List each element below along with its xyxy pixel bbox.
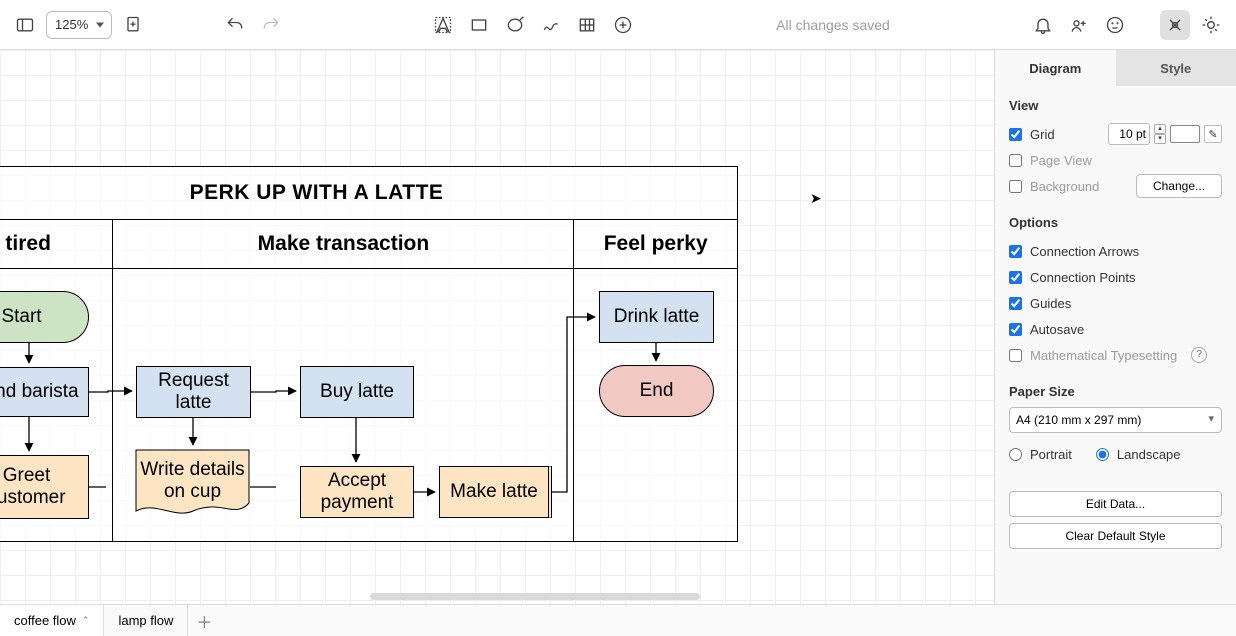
- node-request-latte[interactable]: Request latte: [136, 366, 251, 418]
- tab-style[interactable]: Style: [1116, 50, 1236, 86]
- conn-points-checkbox[interactable]: [1009, 271, 1022, 284]
- paper-size-select[interactable]: A4 (210 mm x 297 mm): [1009, 407, 1222, 433]
- landscape-radio[interactable]: [1096, 448, 1109, 461]
- math-checkbox[interactable]: [1009, 349, 1022, 362]
- node-make-latte[interactable]: Make latte: [439, 466, 552, 518]
- zoom-select[interactable]: 125%: [46, 11, 112, 39]
- pageview-checkbox[interactable]: [1009, 154, 1022, 167]
- theme-toggle-button[interactable]: [1196, 10, 1226, 40]
- conn-points-label: Connection Points: [1030, 270, 1136, 285]
- node-start[interactable]: Start: [0, 291, 89, 343]
- node-write-details[interactable]: Write details on cup: [135, 449, 250, 519]
- add-page-button[interactable]: ＋: [188, 605, 220, 636]
- grid-color-edit-button[interactable]: ✎: [1204, 125, 1222, 143]
- node-buy-latte[interactable]: Buy latte: [300, 366, 414, 418]
- guides-label: Guides: [1030, 296, 1071, 311]
- page-tabs-bar: coffee flow ⌃ lamp flow ＋: [0, 604, 1236, 636]
- text-tool-button[interactable]: [428, 10, 458, 40]
- toolbar: 125% All changes saved: [0, 0, 1236, 50]
- ellipse-tool-button[interactable]: [500, 10, 530, 40]
- conn-arrows-label: Connection Arrows: [1030, 244, 1139, 259]
- cursor-icon: ➤: [810, 190, 822, 207]
- notifications-button[interactable]: [1028, 10, 1058, 40]
- toggle-format-panel-button[interactable]: [1160, 10, 1190, 40]
- new-page-button[interactable]: [118, 10, 148, 40]
- grid-size-input[interactable]: [1108, 123, 1150, 145]
- format-panel: Diagram Style View Grid ▴▾ ✎ Page View: [994, 50, 1236, 604]
- swimlane-container[interactable]: PERK UP WITH A LATTE Feel tired Make tra…: [0, 166, 738, 542]
- toggle-sidebar-button[interactable]: [10, 10, 40, 40]
- portrait-label: Portrait: [1030, 447, 1072, 462]
- node-drink-latte[interactable]: Drink latte: [599, 291, 714, 343]
- node-find-barista[interactable]: Find barista: [0, 367, 89, 417]
- paper-heading: Paper Size: [1009, 384, 1222, 399]
- grid-color-swatch[interactable]: [1170, 125, 1200, 143]
- grid-step-up[interactable]: ▴: [1154, 124, 1166, 134]
- autosave-label: Autosave: [1030, 322, 1084, 337]
- node-write-details-label: Write details on cup: [135, 459, 250, 509]
- rectangle-tool-button[interactable]: [464, 10, 494, 40]
- canvas[interactable]: PERK UP WITH A LATTE Feel tired Make tra…: [0, 50, 994, 604]
- horizontal-scrollbar[interactable]: [370, 593, 700, 600]
- edit-data-button[interactable]: Edit Data...: [1009, 491, 1222, 517]
- redo-button[interactable]: [256, 10, 286, 40]
- lane-header-feel-tired[interactable]: Feel tired: [0, 220, 113, 268]
- options-heading: Options: [1009, 215, 1222, 230]
- lane-header-make-transaction[interactable]: Make transaction: [113, 220, 574, 268]
- math-help-icon[interactable]: ?: [1191, 347, 1207, 363]
- grid-step-down[interactable]: ▾: [1154, 134, 1166, 144]
- clear-style-button[interactable]: Clear Default Style: [1009, 523, 1222, 549]
- math-label: Mathematical Typesetting: [1030, 348, 1177, 363]
- share-button[interactable]: [1064, 10, 1094, 40]
- undo-button[interactable]: [220, 10, 250, 40]
- lane-headers: Feel tired Make transaction Feel perky: [0, 219, 737, 269]
- node-accept-payment[interactable]: Accept payment: [300, 466, 414, 518]
- table-tool-button[interactable]: [572, 10, 602, 40]
- conn-arrows-checkbox[interactable]: [1009, 245, 1022, 258]
- portrait-radio[interactable]: [1009, 448, 1022, 461]
- node-end[interactable]: End: [599, 365, 714, 417]
- shape-tools: [428, 10, 638, 40]
- background-change-button[interactable]: Change...: [1136, 174, 1222, 198]
- right-toolbar-group: [1028, 10, 1226, 40]
- page-tab-label: lamp flow: [118, 613, 173, 628]
- pageview-label: Page View: [1030, 153, 1092, 168]
- node-greet-customer[interactable]: Greet customer: [0, 455, 89, 519]
- autosave-checkbox[interactable]: [1009, 323, 1022, 336]
- diagram-title[interactable]: PERK UP WITH A LATTE: [0, 167, 737, 219]
- save-status: All changes saved: [776, 17, 890, 33]
- landscape-label: Landscape: [1117, 447, 1181, 462]
- view-heading: View: [1009, 98, 1222, 113]
- chevron-up-icon: ⌃: [82, 615, 90, 626]
- page-tab-label: coffee flow: [14, 613, 76, 628]
- grid-checkbox[interactable]: [1009, 128, 1022, 141]
- freehand-tool-button[interactable]: [536, 10, 566, 40]
- background-checkbox[interactable]: [1009, 180, 1022, 193]
- page-tab-coffee-flow[interactable]: coffee flow ⌃: [0, 605, 104, 636]
- guides-checkbox[interactable]: [1009, 297, 1022, 310]
- grid-label: Grid: [1030, 127, 1055, 142]
- lane-header-feel-perky[interactable]: Feel perky: [574, 220, 737, 268]
- comments-button[interactable]: [1100, 10, 1130, 40]
- tab-diagram[interactable]: Diagram: [995, 50, 1116, 86]
- background-label: Background: [1030, 179, 1099, 194]
- page-tab-lamp-flow[interactable]: lamp flow: [104, 605, 188, 636]
- add-shape-button[interactable]: [608, 10, 638, 40]
